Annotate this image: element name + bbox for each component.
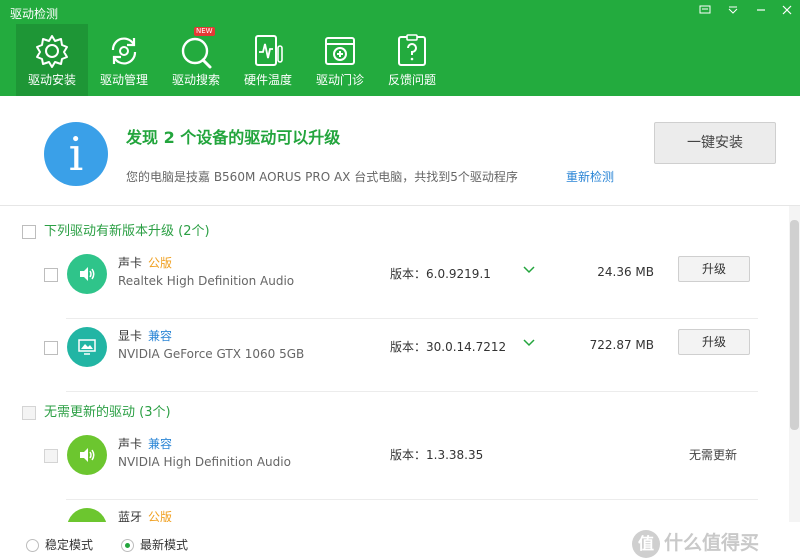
tab-label: 驱动门诊	[315, 73, 364, 87]
tab-driver-search[interactable]: NEW 驱动搜索	[160, 24, 232, 96]
driver-row-audio: 声卡 公版 Realtek High Definition Audio 版本：6.…	[0, 246, 788, 319]
menu-dropdown-icon[interactable]	[724, 3, 742, 21]
upgrade-button[interactable]: 升级	[678, 329, 750, 355]
driver-type: 声卡 兼容	[118, 437, 173, 451]
driver-list: 下列驱动有新版本升级 (2个) 声卡 公版 Realtek High Defini…	[0, 206, 788, 522]
search-icon	[181, 37, 212, 69]
driver-row-display: 显卡 兼容 NVIDIA GeForce GTX 1060 5GB 版本：30.0…	[0, 319, 788, 392]
scrollbar-thumb[interactable]	[790, 220, 799, 430]
list-scrollbar[interactable]	[789, 206, 800, 522]
window-title: 驱动检测	[10, 7, 59, 21]
driver-size: 722.87 MB	[589, 338, 654, 352]
tab-hardware-temp[interactable]: 硬件温度	[232, 24, 304, 96]
watermark-text: 什么值得买	[664, 532, 760, 554]
pc-summary: 您的电脑是技嘉 B560M AORUS PRO AX 台式电脑，共找到5个驱动程…	[126, 170, 518, 184]
mode-latest-label: 最新模式	[140, 538, 189, 552]
driver-version: 版本：1.3.38.35	[390, 448, 484, 462]
thermometer-icon	[255, 35, 283, 66]
main-nav: 驱动安装 驱动管理 NEW 驱动搜索 硬件温度 驱动门诊 反馈问题	[16, 24, 448, 96]
tab-driver-install[interactable]: 驱动安装	[16, 24, 88, 96]
tab-label: 反馈问题	[387, 73, 436, 87]
driver-type: 蓝牙 公版	[118, 510, 173, 522]
row-checkbox[interactable]	[44, 268, 58, 282]
scan-result-banner: i 发现 2 个设备的驱动可以升级 您的电脑是技嘉 B560M AORUS PR…	[0, 96, 800, 206]
speaker-icon	[67, 254, 107, 294]
rescan-link[interactable]: 重新检测	[566, 168, 614, 185]
section-checkbox[interactable]	[22, 224, 36, 239]
one-click-install-button[interactable]: 一键安装	[654, 122, 776, 164]
upgrade-button[interactable]: 升级	[678, 256, 750, 282]
monitor-icon	[67, 327, 107, 367]
tab-driver-clinic[interactable]: 驱动门诊	[304, 24, 376, 96]
info-icon: i	[44, 122, 108, 186]
mode-stable-label: 稳定模式	[45, 538, 94, 552]
bluetooth-icon	[67, 508, 107, 522]
row-checkbox[interactable]	[44, 341, 58, 355]
tab-label: 驱动安装	[27, 73, 76, 87]
driver-version: 版本：30.0.14.7212	[390, 340, 507, 354]
chevron-down-icon[interactable]	[523, 336, 535, 351]
radio-stable[interactable]	[26, 539, 39, 552]
driver-name: Realtek High Definition Audio	[118, 274, 295, 288]
gear-icon	[36, 35, 68, 68]
feedback-icon[interactable]	[696, 3, 714, 21]
tab-label: 硬件温度	[243, 73, 292, 87]
section-checkbox[interactable]	[22, 405, 36, 420]
driver-tag: 公版	[148, 510, 173, 522]
feedback-icon	[398, 34, 426, 66]
driver-name: NVIDIA High Definition Audio	[118, 455, 291, 469]
tab-label: 驱动管理	[99, 73, 148, 87]
refresh-icon	[111, 37, 137, 65]
scan-headline: 发现 2 个设备的驱动可以升级	[126, 128, 341, 147]
driver-type: 声卡 公版	[118, 256, 173, 270]
row-checkbox[interactable]	[44, 449, 58, 463]
section-title: 下列驱动有新版本升级 (2个)	[44, 224, 210, 239]
watermark: 值什么值得买	[632, 528, 759, 558]
section-up-to-date: 无需更新的驱动 (3个)	[22, 401, 171, 421]
driver-size: 24.36 MB	[597, 265, 654, 279]
section-title: 无需更新的驱动 (3个)	[44, 405, 171, 420]
minimize-icon[interactable]	[752, 3, 770, 21]
driver-version: 版本：6.0.9219.1	[390, 267, 491, 281]
driver-row-bluetooth: 蓝牙 公版	[0, 500, 788, 522]
driver-row-hd-audio: 声卡 兼容 NVIDIA High Definition Audio 版本：1.3…	[0, 427, 788, 500]
mode-footer: 稳定模式 最新模式 值什么值得买	[0, 522, 800, 560]
driver-tag: 兼容	[148, 437, 173, 451]
speaker-icon	[67, 435, 107, 475]
watermark-logo-icon: 值	[632, 529, 660, 558]
chevron-down-icon[interactable]	[523, 263, 535, 278]
title-bar: 驱动检测 驱动安装 驱动管理 NEW 驱动搜索 硬件温度 驱动门诊 反馈问题	[0, 0, 800, 96]
tab-feedback[interactable]: 反馈问题	[376, 24, 448, 96]
driver-tag: 兼容	[148, 329, 173, 343]
tab-label: 驱动搜索	[171, 73, 220, 87]
driver-name: NVIDIA GeForce GTX 1060 5GB	[118, 347, 305, 361]
clinic-icon	[325, 37, 355, 65]
section-upgradable: 下列驱动有新版本升级 (2个)	[22, 220, 210, 240]
mode-stable[interactable]: 稳定模式	[26, 536, 93, 553]
driver-tag: 公版	[148, 256, 173, 270]
radio-latest[interactable]	[121, 539, 134, 552]
close-icon[interactable]	[778, 3, 796, 21]
mode-latest[interactable]: 最新模式	[121, 536, 188, 553]
driver-type: 显卡 兼容	[118, 329, 173, 343]
no-update-status: 无需更新	[689, 448, 738, 462]
row-divider	[66, 391, 758, 392]
tab-driver-manage[interactable]: 驱动管理	[88, 24, 160, 96]
